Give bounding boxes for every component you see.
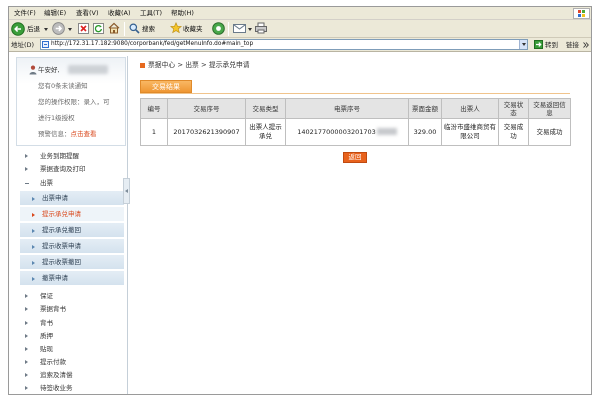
menu-tools[interactable]: 工具(T)	[140, 9, 162, 18]
media-icon[interactable]	[212, 22, 225, 35]
header-bill-no: 电票序号	[285, 98, 409, 119]
submenu-item-receipt-apply[interactable]: 提示收票申请	[20, 239, 124, 254]
breadcrumb-marker-icon	[140, 63, 145, 68]
header-return-info: 交易返回信息	[528, 98, 571, 119]
sidebar-item-due-reminder[interactable]: 业务到期提醒	[18, 150, 124, 162]
search-button-label[interactable]: 搜索	[142, 25, 155, 33]
page-icon	[42, 41, 49, 48]
header-txn-type: 交易类型	[245, 98, 286, 119]
header-no: 编号	[140, 98, 168, 119]
submenu-item-issue-apply[interactable]: 出票申请	[20, 191, 124, 206]
print-icon[interactable]	[255, 22, 267, 34]
alert-info: 预警信息：点击查看	[38, 130, 97, 138]
menu-help[interactable]: 帮助(H)	[171, 9, 194, 18]
favorites-button-label[interactable]: 收藏夹	[183, 25, 203, 33]
user-icon	[29, 65, 37, 75]
sidebar-item-bill-endorse[interactable]: 票据背书	[18, 303, 124, 315]
submenu-item-receipt-withdraw[interactable]: 提示收票撤回	[20, 255, 124, 270]
address-url[interactable]: http://172.31.17.182:9080/corporbank/fed…	[51, 41, 253, 48]
tab-underline	[140, 93, 570, 94]
menu-view[interactable]: 查看(V)	[76, 9, 99, 18]
permission-text-line1: 您的操作权限：录入，可	[38, 98, 110, 106]
chevron-double-right-icon[interactable]	[583, 42, 589, 48]
result-table: 编号 交易序号 交易类型 电票序号 票面金额 出票人 交易状态 交易返回信息 1…	[140, 98, 571, 146]
notice-text[interactable]: 您有0条未读通知	[38, 82, 88, 90]
back-button-label[interactable]: 后退	[27, 25, 40, 33]
cell-bill-no: 1402177000003201703	[285, 118, 409, 146]
address-dropdown[interactable]	[519, 40, 527, 49]
sidebar-item-issue[interactable]: 出票	[18, 177, 124, 189]
breadcrumb: 票据中心 > 出票 > 提示承兑申请	[148, 61, 250, 69]
cell-return-info: 交易成功	[528, 118, 571, 146]
address-label: 地址(D)	[11, 41, 35, 49]
cell-drawer: 临汾市盛维商贸有限公司	[441, 118, 499, 146]
table-header-row: 编号 交易序号 交易类型 电票序号 票面金额 出票人 交易状态 交易返回信息	[140, 98, 571, 119]
cell-status: 交易成功	[498, 118, 529, 146]
cell-txn-seq: 2017032621390907	[167, 118, 246, 146]
toolbar-separator	[228, 22, 229, 36]
sidebar-item-guarantee[interactable]: 保证	[18, 290, 124, 302]
mail-dropdown[interactable]	[248, 28, 252, 31]
sidebar-item-bill-query-print[interactable]: 票据查询及打印	[18, 163, 124, 175]
favorites-star-icon[interactable]	[170, 22, 182, 34]
sidebar-item-discount[interactable]: 贴现	[18, 343, 124, 355]
windows-logo-icon	[573, 8, 590, 19]
menu-edit[interactable]: 编辑(E)	[44, 9, 66, 18]
forward-history-dropdown[interactable]	[68, 28, 72, 31]
links-label[interactable]: 链接	[566, 41, 579, 49]
cell-amount: 329.00	[408, 118, 442, 146]
greeting: 午安好,	[38, 66, 60, 74]
chevron-down-icon	[522, 43, 526, 46]
permission-text-line2: 进行1级授权	[38, 114, 75, 122]
menu-favorites[interactable]: 收藏(A)	[108, 9, 131, 18]
browser-screen: 文件(F) 编辑(E) 查看(V) 收藏(A) 工具(T) 帮助(H) 后退 搜…	[0, 0, 600, 400]
bill-no-text: 1402177000003201703	[297, 127, 376, 136]
bill-no-redacted	[376, 128, 397, 135]
sidebar-item-endorse[interactable]: 背书	[18, 317, 124, 329]
cell-no: 1	[140, 118, 168, 146]
sidebar-collapse-handle[interactable]	[123, 178, 130, 204]
submenu-item-cancel-bill[interactable]: 撤票申请	[20, 271, 124, 286]
back-button[interactable]: 返回	[343, 152, 367, 163]
sidebar-item-pledge[interactable]: 质押	[18, 330, 124, 342]
header-status: 交易状态	[498, 98, 529, 119]
mail-icon[interactable]	[233, 23, 246, 34]
sidebar-item-payment-prompt[interactable]: 提示付款	[18, 356, 124, 368]
alert-view-link[interactable]: 点击查看	[71, 130, 97, 138]
back-history-dropdown[interactable]	[44, 28, 48, 31]
alert-label: 预警信息：	[38, 130, 71, 138]
cell-txn-type: 出票人提示承兑	[245, 118, 286, 146]
stop-icon[interactable]	[78, 23, 89, 34]
back-arrow-icon[interactable]	[11, 22, 25, 36]
tab-transaction-result[interactable]: 交易结果	[140, 80, 192, 93]
sidebar-item-pending-sign[interactable]: 待签收业务	[18, 382, 124, 394]
menu-file[interactable]: 文件(F)	[14, 9, 36, 18]
submenu-item-acceptance-apply[interactable]: 提示承兑申请	[20, 207, 124, 222]
forward-arrow-icon[interactable]	[52, 22, 65, 35]
submenu-item-acceptance-withdraw[interactable]: 提示承兑撤回	[20, 223, 124, 238]
home-icon[interactable]	[108, 22, 120, 34]
header-txn-seq: 交易序号	[167, 98, 246, 119]
header-drawer: 出票人	[441, 98, 499, 119]
search-icon[interactable]	[129, 23, 140, 34]
refresh-icon[interactable]	[93, 23, 104, 34]
user-name-redacted	[68, 65, 108, 74]
go-button[interactable]: 转到	[545, 41, 558, 49]
toolbar-separator	[124, 22, 125, 36]
sidebar-item-recourse[interactable]: 追索及清偿	[18, 369, 124, 381]
go-arrow-icon[interactable]	[534, 40, 543, 49]
table-row: 1 2017032621390907 出票人提示承兑 1402177000003…	[140, 118, 571, 146]
header-amount: 票面金额	[408, 98, 442, 119]
